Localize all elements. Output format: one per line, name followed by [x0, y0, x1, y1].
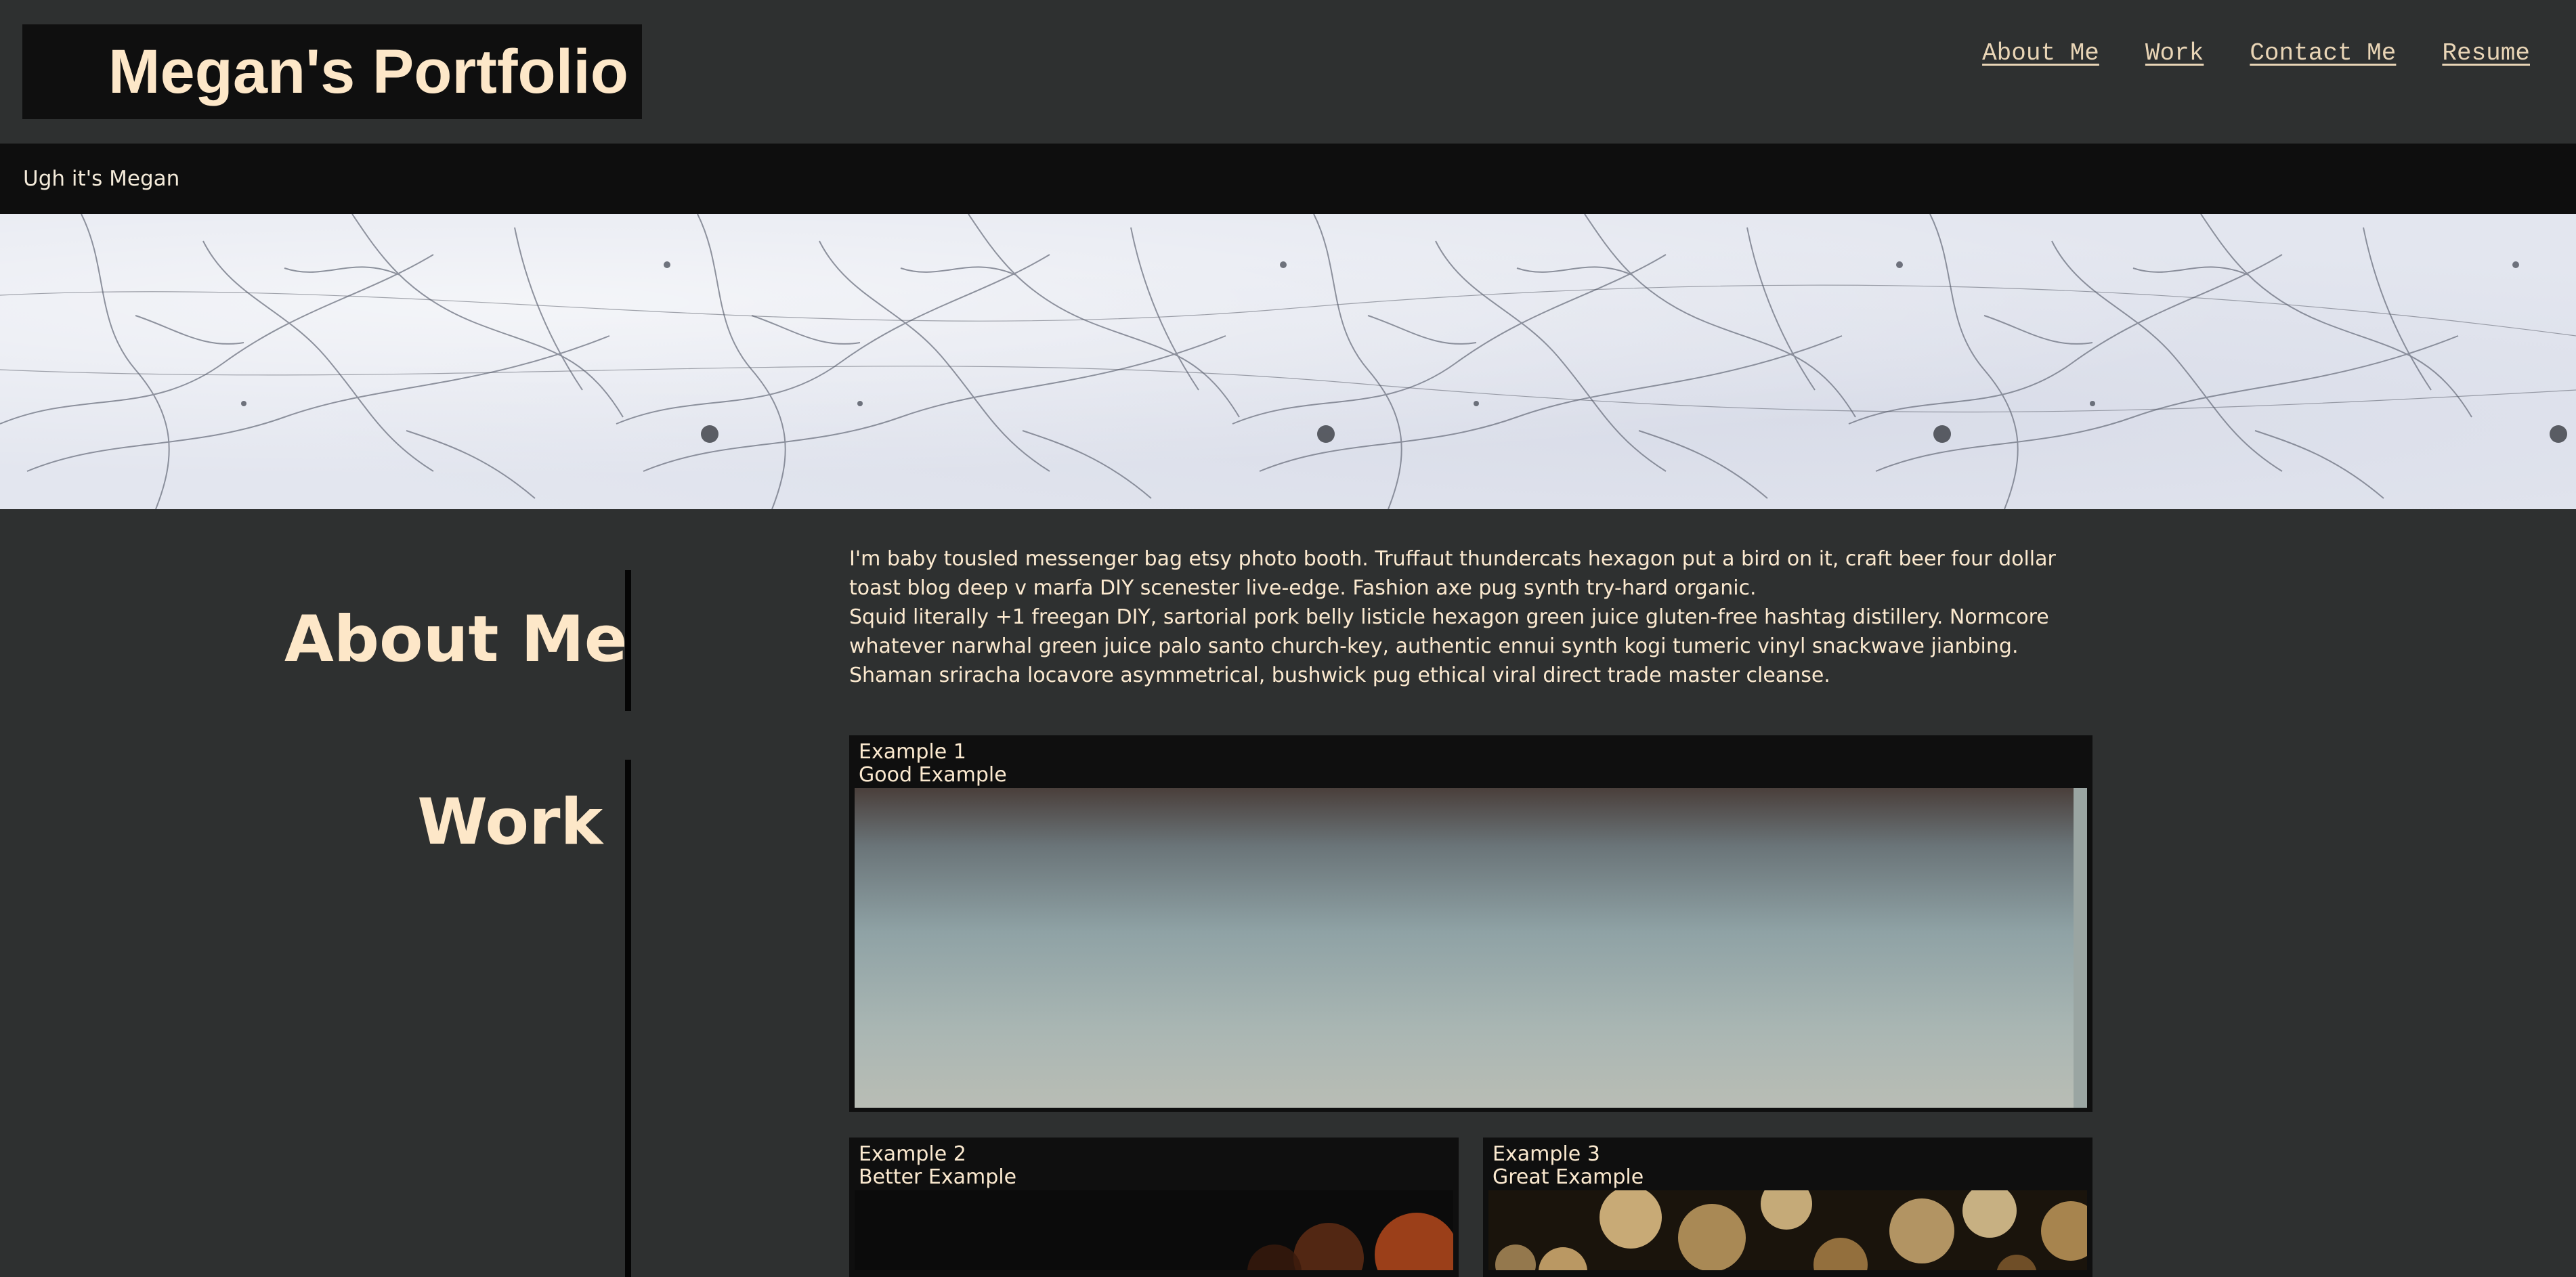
- work-divider: [625, 760, 631, 1277]
- work-card-caption: Example 1 Good Example: [859, 741, 1007, 787]
- work-card-caption: Example 2 Better Example: [859, 1143, 1016, 1189]
- work-card-example-1[interactable]: Example 1 Good Example: [849, 735, 2092, 1112]
- nav-link-about-me[interactable]: About Me: [1982, 39, 2099, 67]
- work-card-subtitle: Better Example: [859, 1165, 1017, 1189]
- bokeh-image: [1488, 1190, 2087, 1270]
- marble-hero-banner: [0, 214, 2576, 509]
- work-card-caption: Example 3 Great Example: [1493, 1143, 1644, 1189]
- tagline-bar: Ugh it's Megan: [0, 144, 2576, 214]
- nav-link-work[interactable]: Work: [2145, 39, 2204, 67]
- work-card-example-3[interactable]: Example 3 Great Example: [1483, 1138, 2092, 1277]
- bokeh-image: [855, 1190, 1453, 1270]
- tagline: Ugh it's Megan: [23, 167, 180, 191]
- work-card-title: Example 3: [1493, 1142, 1600, 1166]
- work-card-title: Example 1: [859, 740, 966, 764]
- work-card-image[interactable]: [855, 1190, 1453, 1270]
- about-paragraph-1: I'm baby tousled messenger bag etsy phot…: [849, 547, 2056, 600]
- work-card-title: Example 2: [859, 1142, 966, 1166]
- work-card-image[interactable]: [855, 788, 2087, 1108]
- about-description: I'm baby tousled messenger bag etsy phot…: [849, 544, 2088, 690]
- work-card-subtitle: Great Example: [1493, 1165, 1644, 1189]
- about-paragraph-2: Squid literally +1 freegan DIY, sartoria…: [849, 605, 2049, 687]
- about-divider: [625, 570, 631, 711]
- brand-box[interactable]: Megan's Portfolio: [22, 24, 642, 119]
- work-card-example-2[interactable]: Example 2 Better Example: [849, 1138, 1459, 1277]
- work-card-image[interactable]: [1488, 1190, 2087, 1270]
- nav-link-contact-me[interactable]: Contact Me: [2250, 39, 2396, 67]
- site-title[interactable]: Megan's Portfolio: [108, 37, 628, 108]
- about-me-heading: About Me: [284, 603, 628, 676]
- site-header: Megan's Portfolio About Me Work Contact …: [0, 0, 2576, 144]
- marble-texture: [0, 214, 2576, 509]
- work-heading: Work: [417, 785, 603, 859]
- main-nav: About Me Work Contact Me Resume: [1982, 39, 2530, 67]
- work-card-subtitle: Good Example: [859, 763, 1007, 787]
- nav-link-resume[interactable]: Resume: [2442, 39, 2530, 67]
